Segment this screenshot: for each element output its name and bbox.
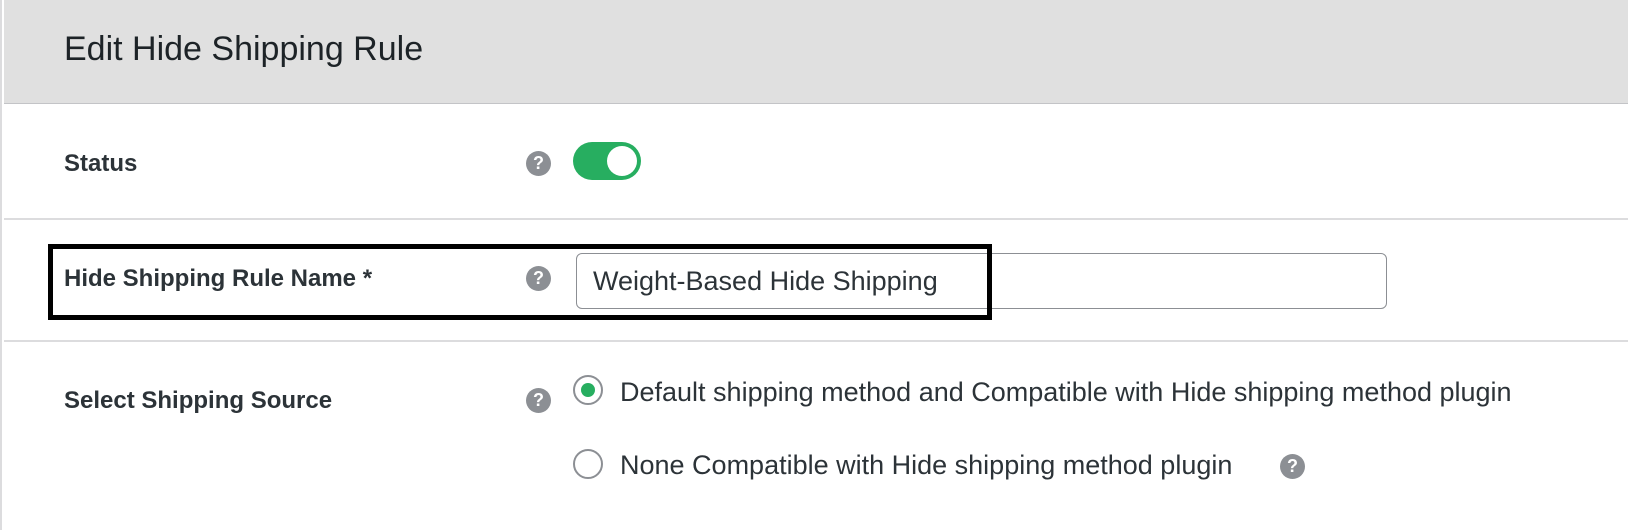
status-label: Status [64, 150, 138, 177]
panel-header: Edit Hide Shipping Rule [4, 0, 1628, 104]
rule-name-input[interactable] [576, 253, 1387, 309]
page-title: Edit Hide Shipping Rule [64, 30, 424, 68]
toggle-knob [607, 146, 637, 176]
question-circle-icon[interactable]: ? [1280, 454, 1305, 479]
rule-name-label: Hide Shipping Rule Name * [64, 265, 373, 292]
question-circle-icon[interactable]: ? [526, 151, 551, 176]
radio-default-shipping[interactable] [573, 375, 603, 405]
radio-selected-dot [581, 383, 595, 397]
question-circle-icon[interactable]: ? [526, 388, 551, 413]
radio-none-compatible-label[interactable]: None Compatible with Hide shipping metho… [620, 450, 1232, 481]
question-circle-icon[interactable]: ? [526, 266, 551, 291]
status-toggle[interactable] [573, 142, 641, 180]
rule-name-row: Hide Shipping Rule Name * ? [4, 220, 1628, 342]
shipping-source-label: Select Shipping Source [64, 387, 333, 414]
shipping-source-row: Select Shipping Source ? Default shippin… [4, 342, 1628, 530]
edit-rule-panel: Edit Hide Shipping Rule Status ? Hide Sh… [0, 0, 1628, 530]
radio-none-compatible[interactable] [573, 449, 603, 479]
radio-default-shipping-label[interactable]: Default shipping method and Compatible w… [620, 377, 1512, 408]
status-row: Status ? [4, 104, 1628, 220]
